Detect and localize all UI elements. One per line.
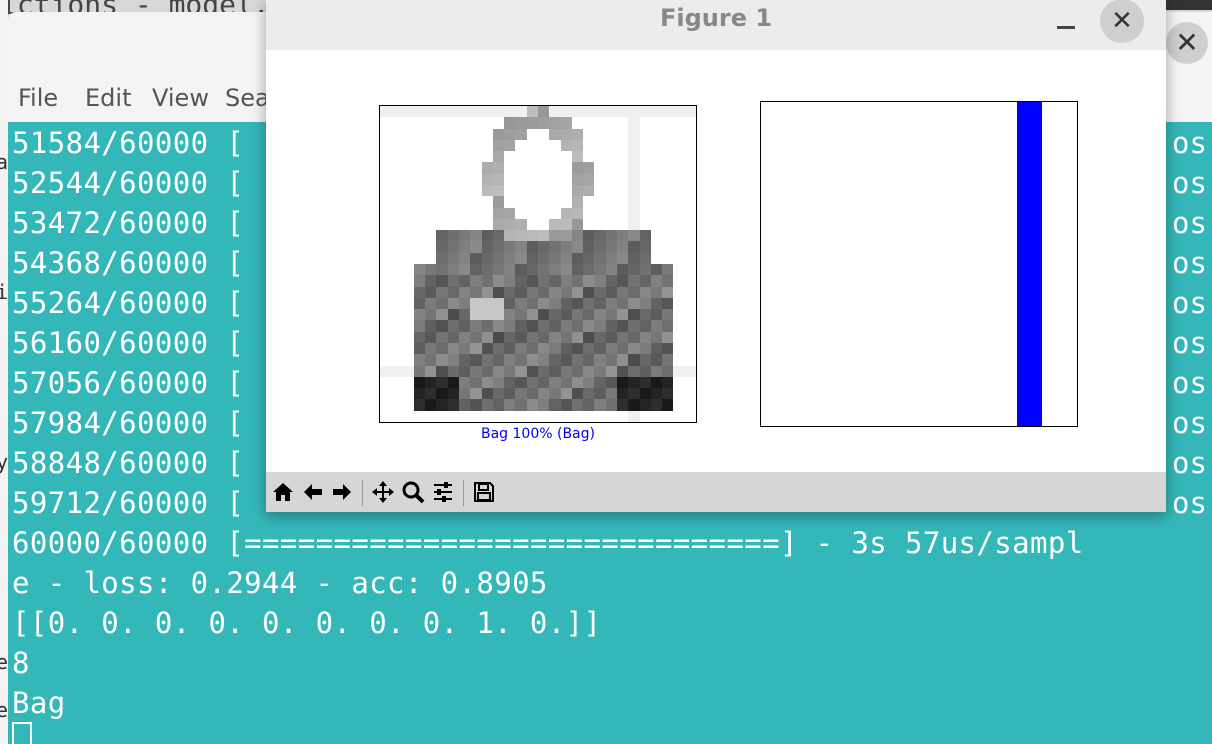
bag-image <box>380 106 696 422</box>
prediction-bar-8 <box>1016 102 1043 426</box>
terminal-line: 58848/60000 [ <box>12 446 245 480</box>
terminal-line: 52544/60000 [ <box>12 166 245 200</box>
menu-view[interactable]: View <box>152 84 209 112</box>
toolbar-separator <box>463 480 464 506</box>
terminal-line: 53472/60000 [ <box>12 206 245 240</box>
terminal-cursor <box>12 722 32 744</box>
back-arrow-icon[interactable] <box>300 480 326 506</box>
image-prediction-label: Bag 100% (Bag) <box>481 426 595 442</box>
minimize-icon[interactable] <box>1054 6 1078 36</box>
menu-file[interactable]: File <box>18 84 58 112</box>
figure-toolbar <box>266 472 1166 512</box>
strip-char: y <box>0 450 9 474</box>
prediction-bar-axes <box>760 101 1078 427</box>
terminal-line-tail: os <box>1172 206 1207 240</box>
terminal-line-tail: os <box>1172 126 1207 160</box>
configure-subplots-icon[interactable] <box>430 480 456 506</box>
menu-search[interactable]: Sea <box>225 84 270 112</box>
pan-icon[interactable] <box>370 480 396 506</box>
strip-char: e <box>0 698 9 722</box>
zoom-icon[interactable] <box>400 480 426 506</box>
terminal-line-tail: os <box>1172 366 1207 400</box>
terminal-line: 60000/60000 [===========================… <box>12 526 1084 560</box>
strip-char: e <box>0 650 9 674</box>
terminal-line: 55264/60000 [ <box>12 286 245 320</box>
terminal-line-tail: os <box>1172 406 1207 440</box>
figure-titlebar[interactable]: Figure 1 ✕ <box>266 0 1166 50</box>
terminal-line: 51584/60000 [ <box>12 126 245 160</box>
strip-char: a <box>0 150 9 174</box>
terminal-line: 57056/60000 [ <box>12 366 245 400</box>
left-window-strip: a i y e e <box>0 0 8 744</box>
terminal-line: 59712/60000 [ <box>12 486 245 520</box>
strip-char: i <box>0 280 9 304</box>
terminal-line: 56160/60000 [ <box>12 326 245 360</box>
terminal-line-tail: os <box>1172 446 1207 480</box>
terminal-line: Bag <box>12 686 66 720</box>
menu-edit[interactable]: Edit <box>85 84 131 112</box>
terminal-line: [[0. 0. 0. 0. 0. 0. 0. 0. 1. 0.]] <box>12 606 602 640</box>
toolbar-separator <box>362 480 363 506</box>
terminal-line-tail: os <box>1172 486 1207 520</box>
terminal-line: 8 <box>12 646 30 680</box>
terminal-line-tail: os <box>1172 246 1207 280</box>
save-icon[interactable] <box>471 480 497 506</box>
image-axes <box>379 105 697 423</box>
forward-arrow-icon[interactable] <box>329 480 355 506</box>
terminal-line-tail: os <box>1172 166 1207 200</box>
terminal-line-tail: os <box>1172 286 1207 320</box>
figure-title: Figure 1 <box>659 4 773 32</box>
home-icon[interactable] <box>270 480 296 506</box>
terminal-line-tail: os <box>1172 326 1207 360</box>
close-icon[interactable]: ✕ <box>1100 0 1144 43</box>
figure-window[interactable]: Figure 1 ✕ Bag 100% (Bag) <box>266 0 1166 512</box>
close-icon[interactable]: ✕ <box>1166 22 1208 64</box>
terminal-line: 54368/60000 [ <box>12 246 245 280</box>
window-corner <box>1166 0 1212 10</box>
terminal-line: e - loss: 0.2944 - acc: 0.8905 <box>12 566 548 600</box>
terminal-line: 57984/60000 [ <box>12 406 245 440</box>
